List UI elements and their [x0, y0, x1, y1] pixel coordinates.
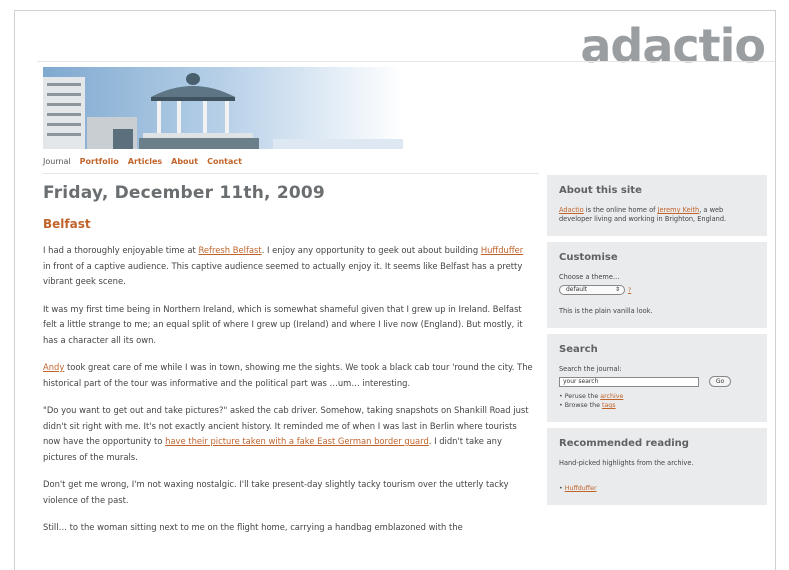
tags-link[interactable]: tags [602, 402, 616, 409]
paragraph-1-text-a: I had a thoroughly enjoyable time at [43, 245, 199, 255]
post-date: Friday, December 11th, 2009 [43, 183, 325, 203]
reading-title: Recommended reading [559, 438, 689, 449]
theme-note: This is the plain vanilla look. [559, 307, 653, 315]
paragraph-5: Don't get me wrong, I'm not waxing nosta… [43, 479, 509, 505]
nav-contact[interactable]: Contact [207, 157, 242, 166]
about-text-a: is the online home of [583, 206, 658, 214]
sidebar: About this site Adactio is the online ho… [547, 175, 767, 511]
paragraph-1-text-b: . I enjoy any opportunity to geek out ab… [261, 245, 481, 255]
main-content: Friday, December 11th, 2009 Belfast I ha… [43, 183, 533, 536]
customise-title: Customise [559, 252, 618, 263]
nav-divider [43, 173, 539, 174]
search-title: Search [559, 344, 598, 355]
nav-about[interactable]: About [171, 157, 198, 166]
about-text: Adactio is the online home of Jeremy Kei… [559, 206, 755, 224]
post-title[interactable]: Belfast [43, 217, 533, 231]
tags-list-item: Browse the tags [559, 401, 755, 410]
theme-select[interactable]: default ⇕ [559, 285, 625, 295]
border-guard-link[interactable]: have their picture taken with a fake Eas… [165, 436, 429, 446]
nav-portfolio[interactable]: Portfolio [80, 157, 119, 166]
banner-image [43, 67, 403, 149]
paragraph-1: I had a thoroughly enjoyable time at Ref… [43, 243, 533, 290]
bandstand-illustration [43, 67, 403, 149]
reading-link-huffduffer[interactable]: Huffduffer [565, 485, 597, 492]
paragraph-3-text: took great care of me while I was in tow… [43, 362, 533, 388]
reading-item: Huffduffer [559, 484, 755, 493]
paragraph-1-text-c: in front of a captive audience. This cap… [43, 260, 523, 287]
adactio-link[interactable]: Adactio [559, 206, 584, 214]
search-input[interactable]: your search [559, 376, 699, 387]
customise-panel: Customise Choose a theme… default ⇕ ? Thi… [547, 242, 767, 328]
jeremy-keith-link[interactable]: Jeremy Keith [658, 206, 700, 214]
search-label: Search the journal: [559, 365, 622, 373]
about-panel: About this site Adactio is the online ho… [547, 175, 767, 236]
paragraph-2: It was my first time being in Northern I… [43, 303, 523, 345]
theme-select-value: default [566, 286, 588, 293]
search-go-button[interactable]: Go [709, 376, 731, 387]
reading-desc: Hand-picked highlights from the archive. [559, 459, 694, 467]
refresh-belfast-link[interactable]: Refresh Belfast [198, 245, 261, 255]
reading-panel: Recommended reading Hand-picked highligh… [547, 428, 767, 505]
search-links: Peruse the archive Browse the tags [559, 392, 755, 410]
search-panel: Search Search the journal: your search G… [547, 334, 767, 422]
about-title: About this site [559, 185, 642, 196]
huffduffer-link[interactable]: Huffduffer [481, 245, 523, 255]
archive-list-item: Peruse the archive [559, 392, 755, 401]
theme-label: Choose a theme… [559, 273, 620, 281]
andy-link[interactable]: Andy [43, 362, 64, 372]
reading-list: Huffduffer [559, 484, 755, 493]
paragraph-6: Still… to the woman sitting next to me o… [43, 522, 463, 532]
nav-articles[interactable]: Articles [128, 157, 162, 166]
paragraph-3: Andy took great care of me while I was i… [43, 360, 533, 391]
tags-item-text: Browse the [564, 402, 602, 409]
page-frame: adactio Journal Portfolio Articles About… [14, 10, 776, 570]
archive-link[interactable]: archive [600, 393, 623, 400]
site-logo[interactable]: adactio [580, 19, 766, 73]
theme-help-link[interactable]: ? [628, 287, 631, 294]
archive-item-text: Peruse the [564, 393, 601, 400]
header-divider [37, 61, 775, 62]
paragraph-4: "Do you want to get out and take picture… [43, 403, 533, 465]
main-nav: Journal Portfolio Articles About Contact [43, 157, 242, 166]
select-arrows-icon: ⇕ [614, 286, 620, 293]
nav-journal[interactable]: Journal [43, 157, 71, 166]
